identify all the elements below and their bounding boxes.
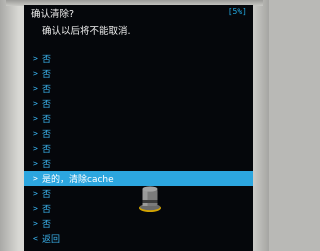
chevron-right-icon: > [33, 159, 38, 168]
menu-item-label: 否 [42, 205, 52, 215]
chevron-right-icon: > [33, 174, 38, 183]
top-hat-icon [139, 186, 161, 212]
menu-item-label: 否 [42, 160, 52, 170]
menu-item-no[interactable]: > 否 [24, 141, 253, 156]
menu-item-no[interactable]: > 否 [24, 51, 253, 66]
header: 确认清除? [5%] 确认以后将不能取消. [24, 5, 253, 39]
menu-item-no[interactable]: > 否 [24, 156, 253, 171]
menu-item-label: 否 [42, 190, 52, 200]
chevron-right-icon: > [33, 69, 38, 78]
dialog-title: 确认清除? [31, 9, 75, 20]
menu-item-label: 否 [42, 115, 52, 125]
chevron-right-icon: > [33, 144, 38, 153]
battery-indicator: [5%] [227, 7, 247, 16]
menu-item-label: 返回 [42, 235, 61, 245]
chevron-left-icon: < [33, 234, 38, 243]
menu-item-back[interactable]: < 返回 [24, 231, 253, 246]
photo-frame: 确认清除? [5%] 确认以后将不能取消. > 否 > 否 > 否 > 否 > 否 > 否 … [0, 0, 269, 251]
chevron-right-icon: > [33, 99, 38, 108]
menu-item-no[interactable]: > 否 [24, 126, 253, 141]
menu-item-no[interactable]: > 否 [24, 216, 253, 231]
dialog-subtitle: 确认以后将不能取消. [42, 26, 131, 37]
chevron-right-icon: > [33, 219, 38, 228]
chevron-right-icon: > [33, 129, 38, 138]
chevron-right-icon: > [33, 114, 38, 123]
chevron-right-icon: > [33, 54, 38, 63]
menu-item-no[interactable]: > 否 [24, 96, 253, 111]
menu-item-label: 否 [42, 70, 52, 80]
menu-item-no[interactable]: > 否 [24, 66, 253, 81]
chevron-right-icon: > [33, 84, 38, 93]
menu-item-label: 否 [42, 220, 52, 230]
chevron-right-icon: > [33, 189, 38, 198]
menu-list: > 否 > 否 > 否 > 否 > 否 > 否 > 否 > 否 > 是的，清除cache > 否 >… [24, 51, 253, 246]
menu-item-label: 否 [42, 130, 52, 140]
chevron-right-icon: > [33, 204, 38, 213]
recovery-screen: 确认清除? [5%] 确认以后将不能取消. > 否 > 否 > 否 > 否 > 否 > 否 … [24, 5, 253, 251]
menu-item-no[interactable]: > 否 [24, 81, 253, 96]
menu-item-no[interactable]: > 否 [24, 111, 253, 126]
menu-item-label: 是的，清除cache [42, 175, 114, 185]
menu-item-label: 否 [42, 55, 52, 65]
menu-item-label: 否 [42, 145, 52, 155]
menu-item-label: 否 [42, 100, 52, 110]
menu-item-label: 否 [42, 85, 52, 95]
